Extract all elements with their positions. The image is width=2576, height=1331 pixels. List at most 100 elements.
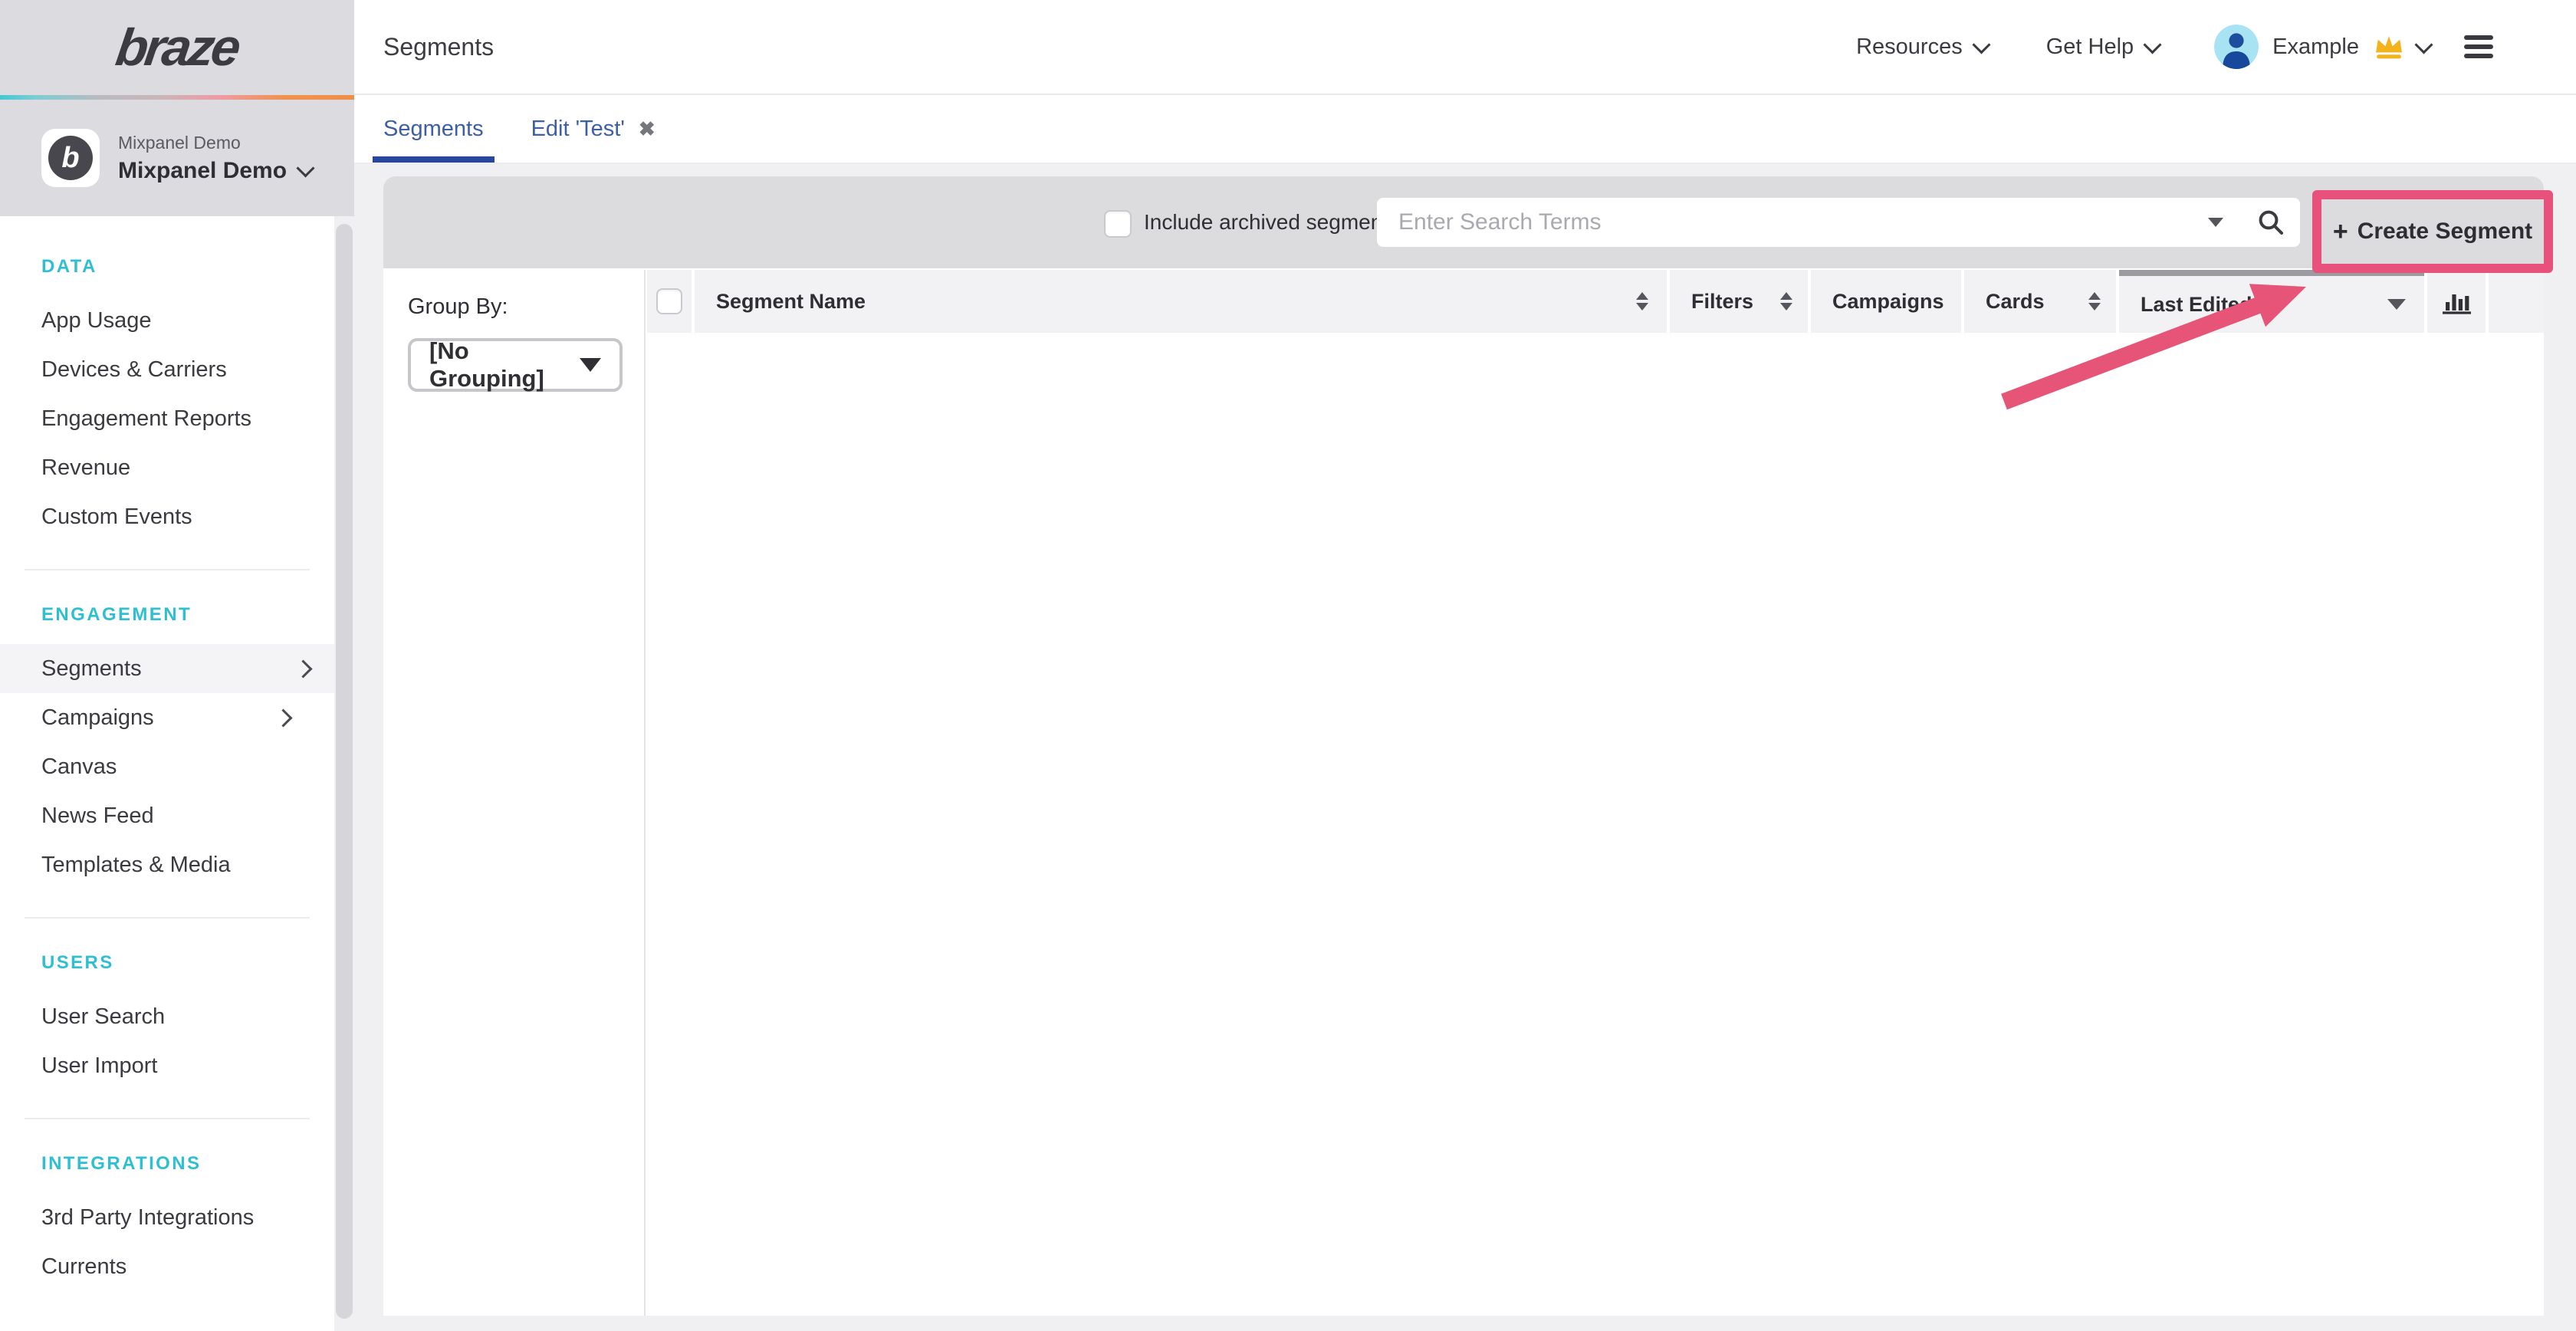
tab-bar: Segments Edit 'Test' ✖ (354, 95, 2576, 164)
workspace-name: Mixpanel Demo (118, 158, 287, 184)
braze-logo: braze (113, 18, 242, 77)
sidebar-nav: DATA App Usage Devices & Carriers Engage… (0, 216, 334, 1331)
workspace-texts: Mixpanel Demo Mixpanel Demo (118, 133, 312, 184)
page-title: Segments (383, 33, 494, 61)
sidebar-item-label: Currents (41, 1254, 127, 1280)
column-cards[interactable]: Cards (1964, 270, 2116, 333)
sidebar-section-label: DATA (41, 253, 334, 281)
resources-label: Resources (1856, 35, 1963, 60)
sidebar-item-label: News Feed (41, 804, 154, 829)
sidebar-section-integrations: INTEGRATIONS 3rd Party Integrations Curr… (25, 1118, 310, 1291)
column-label: Last Edited (2141, 293, 2252, 317)
sidebar-section-engagement: ENGAGEMENT Segments Campaigns Canvas New… (25, 569, 310, 889)
workspace-avatar: b (41, 129, 100, 187)
select-all-cell (647, 270, 692, 333)
tab-edit-test-label: Edit 'Test' (531, 117, 625, 142)
sidebar-item-label: Segments (41, 656, 142, 682)
column-label: Cards (1986, 290, 2045, 314)
braze-dashboard-page: braze b Mixpanel Demo Mixpanel Demo Segm… (0, 0, 2576, 1331)
column-label: Campaigns (1832, 290, 1944, 314)
resources-menu[interactable]: Resources (1856, 35, 1988, 60)
group-by-panel: Group By: [No Grouping] (385, 270, 646, 1316)
chevron-down-icon (1972, 35, 1990, 54)
search-dropdown-caret-icon[interactable] (2208, 218, 2223, 227)
segments-table-header: Segment Name Filters Campaigns Cards Las… (647, 270, 2544, 333)
column-analytics[interactable] (2427, 270, 2486, 333)
sidebar-item-label: Campaigns (41, 705, 154, 731)
create-segment-annotation-box: + Create Segment (2312, 190, 2553, 273)
sidebar-item-news-feed[interactable]: News Feed (25, 791, 310, 840)
sidebar-item-app-usage[interactable]: App Usage (0, 296, 334, 345)
segments-panel: Include archived segments + Create Segme… (383, 176, 2544, 1316)
sidebar-item-label: App Usage (41, 308, 152, 334)
sort-icon[interactable] (1780, 292, 1792, 311)
sidebar-item-label: Devices & Carriers (41, 357, 227, 383)
group-by-value: [No Grouping] (429, 337, 580, 393)
logo-block: braze (0, 0, 354, 95)
group-by-select[interactable]: [No Grouping] (408, 338, 623, 392)
sort-icon[interactable] (2088, 292, 2101, 311)
top-header: Segments Resources Get Help Example (354, 0, 2576, 95)
search-icon[interactable] (2257, 209, 2285, 236)
sidebar-item-custom-events[interactable]: Custom Events (0, 492, 334, 541)
column-filters[interactable]: Filters (1670, 270, 1808, 333)
hamburger-menu-icon[interactable] (2464, 35, 2493, 58)
include-archived-checkbox[interactable] (1104, 210, 1132, 238)
sidebar-item-engagement-reports[interactable]: Engagement Reports (0, 394, 334, 443)
get-help-menu[interactable]: Get Help (2046, 35, 2159, 60)
tab-edit-test[interactable]: Edit 'Test' ✖ (531, 95, 656, 163)
header-right: Resources Get Help Example (1856, 25, 2576, 69)
sidebar-item-label: Canvas (41, 754, 117, 780)
plus-icon: + (2333, 219, 2348, 245)
column-campaigns[interactable]: Campaigns (1811, 270, 1961, 333)
sidebar-item-segments[interactable]: Segments (0, 644, 334, 693)
chevron-down-icon[interactable] (2414, 35, 2433, 54)
chevron-right-icon (294, 659, 312, 678)
sidebar-item-label: Revenue (41, 455, 130, 481)
sidebar-scrollbar[interactable] (336, 224, 353, 1319)
column-empty (2489, 270, 2544, 333)
sidebar-item-label: Custom Events (41, 504, 192, 530)
chevron-down-icon (2144, 35, 2162, 54)
sidebar-item-label: Templates & Media (41, 853, 231, 878)
sidebar-section-data: DATA App Usage Devices & Carriers Engage… (0, 253, 334, 541)
workspace-company: Mixpanel Demo (118, 133, 312, 153)
sidebar-item-canvas[interactable]: Canvas (25, 742, 310, 791)
segment-search-box (1377, 198, 2300, 247)
sidebar-item-3rd-party-integrations[interactable]: 3rd Party Integrations (25, 1193, 310, 1242)
workspace-selector[interactable]: b Mixpanel Demo Mixpanel Demo (0, 100, 354, 216)
user-name[interactable]: Example (2272, 35, 2359, 60)
search-input[interactable] (1395, 208, 2208, 237)
close-tab-icon[interactable]: ✖ (639, 117, 656, 141)
active-tab-underline (373, 156, 495, 163)
column-segment-name[interactable]: Segment Name (695, 270, 1667, 333)
sidebar-item-currents[interactable]: Currents (25, 1242, 310, 1291)
workspace-avatar-letter: b (48, 136, 93, 180)
select-caret-icon (580, 358, 601, 372)
create-segment-label: Create Segment (2358, 219, 2532, 245)
sidebar-item-campaigns[interactable]: Campaigns (25, 693, 310, 742)
sidebar-item-user-import[interactable]: User Import (25, 1041, 310, 1090)
sidebar-item-devices-carriers[interactable]: Devices & Carriers (0, 345, 334, 394)
select-all-checkbox[interactable] (656, 288, 682, 314)
chevron-down-icon (297, 159, 315, 177)
get-help-label: Get Help (2046, 35, 2134, 60)
chevron-right-icon (274, 708, 292, 727)
sidebar-item-user-search[interactable]: User Search (25, 992, 310, 1041)
create-segment-button[interactable]: + Create Segment (2333, 219, 2532, 245)
column-caret-icon[interactable] (2387, 299, 2406, 310)
crown-icon (2373, 34, 2405, 60)
include-archived-label: Include archived segments (1144, 176, 1399, 268)
sidebar-item-revenue[interactable]: Revenue (0, 443, 334, 492)
column-last-edited[interactable]: Last Edited (2119, 270, 2424, 333)
sidebar-section-users: USERS User Search User Import (25, 917, 310, 1090)
sort-icon[interactable] (1636, 292, 1648, 311)
sidebar-item-label: User Import (41, 1053, 157, 1079)
segments-toolbar: Include archived segments + Create Segme… (383, 176, 2544, 268)
sidebar-item-templates-media[interactable]: Templates & Media (25, 840, 310, 889)
sidebar-item-label: User Search (41, 1004, 165, 1030)
tab-segments-label: Segments (383, 117, 484, 142)
sidebar-item-label: Engagement Reports (41, 406, 251, 432)
tab-segments[interactable]: Segments (383, 95, 484, 163)
user-avatar-icon[interactable] (2214, 25, 2259, 69)
